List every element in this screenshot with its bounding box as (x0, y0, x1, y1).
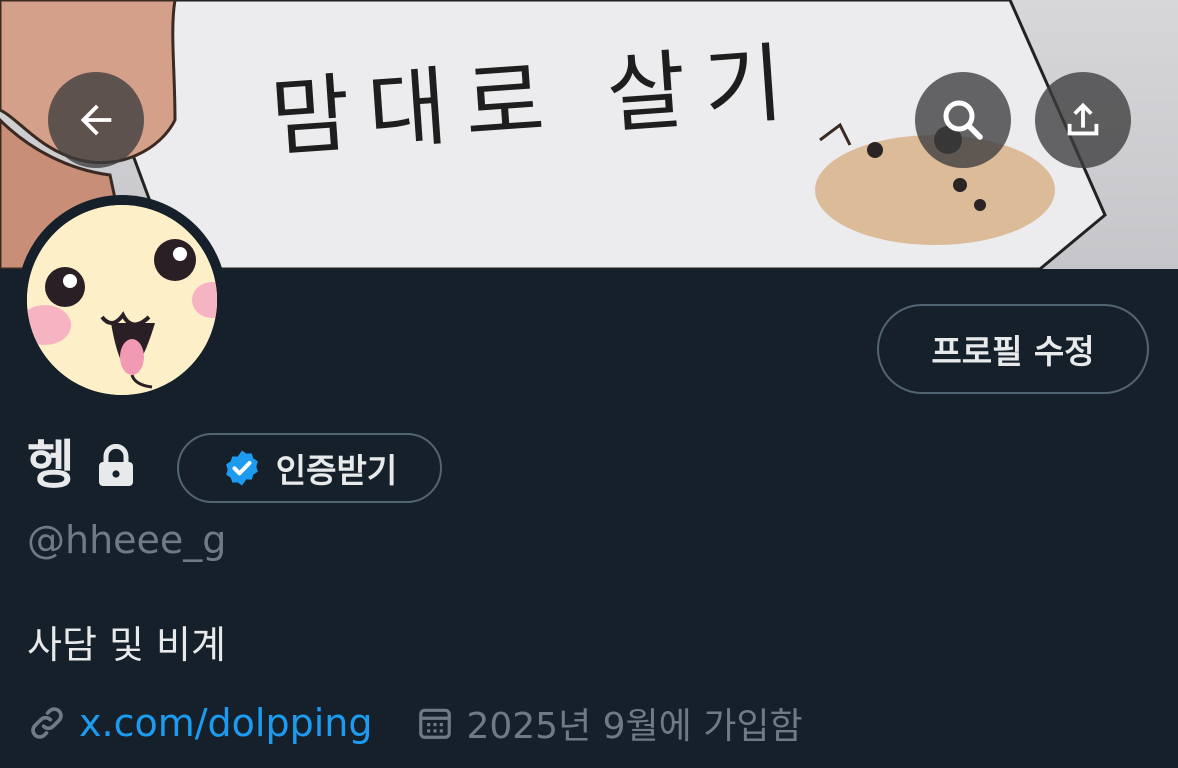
profile-page: 맘대로 살기 프로필 수정 헹 인증받기 @hheee_g 사담 및 비계 x.… (0, 0, 1178, 768)
share-upload-icon (1067, 102, 1099, 136)
back-button[interactable] (48, 72, 144, 168)
avatar[interactable] (17, 195, 227, 405)
display-name: 헹 (27, 436, 75, 496)
arrow-left-icon (80, 104, 112, 136)
verified-badge-icon (225, 450, 258, 486)
link-icon (27, 703, 67, 743)
bio: 사담 및 비계 (27, 623, 226, 667)
calendar-icon (416, 704, 454, 742)
handle: @hheee_g (27, 518, 227, 562)
name-row: 헹 (27, 430, 135, 502)
share-button[interactable] (1035, 72, 1131, 168)
avatar-image (27, 205, 217, 395)
joined-date: 2025년 9월에 가입함 (466, 706, 803, 747)
lock-icon (97, 444, 135, 488)
profile-link[interactable]: x.com/dolpping (79, 701, 372, 745)
profile-meta-row: x.com/dolpping 2025년 9월에 가입함 (27, 697, 803, 749)
avatar-face (27, 205, 217, 395)
edit-profile-button[interactable]: 프로필 수정 (877, 304, 1149, 394)
search-button[interactable] (915, 72, 1011, 168)
get-verified-button[interactable]: 인증받기 (177, 433, 442, 503)
get-verified-label: 인증받기 (275, 451, 398, 490)
search-icon (943, 100, 983, 140)
